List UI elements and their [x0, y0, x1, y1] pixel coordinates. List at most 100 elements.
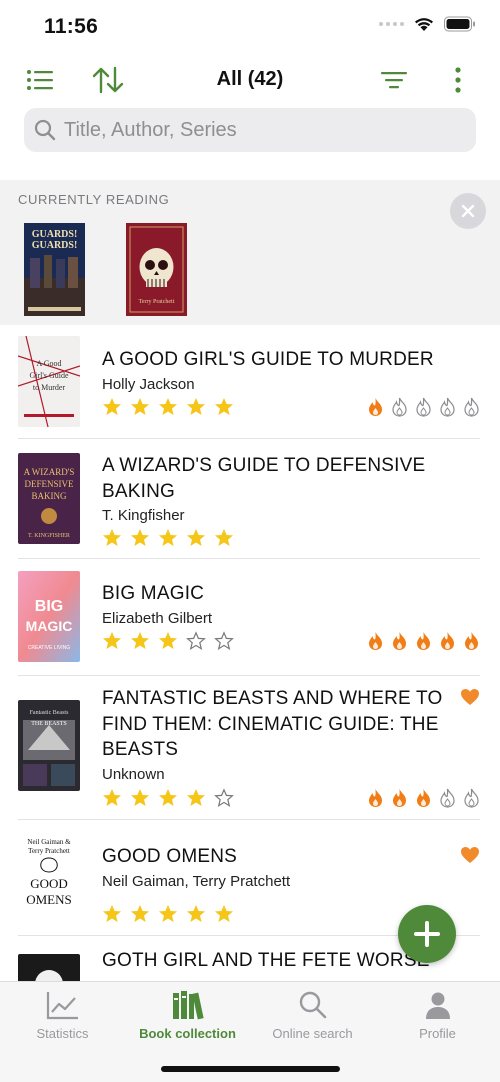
tab-label: Online search	[272, 1026, 353, 1041]
svg-text:THE BEASTS: THE BEASTS	[31, 721, 67, 727]
flame-empty-icon	[440, 397, 455, 417]
reading-cover-2[interactable]: Terry Pratchett	[126, 223, 187, 316]
rating-stars	[102, 788, 234, 808]
tab-statistics[interactable]: Statistics	[0, 990, 125, 1041]
status-icons	[379, 16, 476, 32]
status-bar: 11:56	[0, 0, 500, 52]
battery-icon	[444, 16, 475, 32]
search-bar[interactable]	[24, 108, 476, 152]
star-filled-icon	[159, 632, 177, 649]
book-author: Unknown	[102, 765, 165, 783]
book-author: Holly Jackson	[102, 375, 195, 393]
tab-book-collection[interactable]: Book collection	[125, 990, 250, 1041]
star-filled-icon	[187, 905, 205, 922]
book-row[interactable]: BIG MAGIC CREATIVE LIVING BIG MAGIC Elizabet…	[18, 559, 480, 676]
star-filled-icon	[131, 632, 149, 649]
svg-text:T. KINGFISHER: T. KINGFISHER	[28, 533, 70, 539]
flame-empty-icon	[440, 788, 455, 808]
tab-profile[interactable]: Profile	[375, 990, 500, 1041]
svg-text:CREATIVE LIVING: CREATIVE LIVING	[28, 645, 71, 651]
flame-empty-icon	[464, 788, 479, 808]
heart-icon[interactable]	[460, 688, 480, 706]
star-filled-icon	[131, 905, 149, 922]
star-filled-icon	[103, 905, 121, 922]
reading-cover-1[interactable]: GUARDS! GUARDS!	[24, 223, 85, 316]
tab-online-search[interactable]: Online search	[250, 990, 375, 1041]
more-icon[interactable]	[440, 62, 476, 98]
star-filled-icon	[187, 529, 205, 546]
flame-filled-icon	[441, 632, 454, 650]
star-filled-icon	[103, 789, 121, 806]
svg-text:GOOD: GOOD	[30, 876, 68, 891]
chart-icon	[46, 992, 78, 1020]
svg-text:GUARDS!: GUARDS!	[32, 229, 78, 240]
svg-text:Fantastic Beasts: Fantastic Beasts	[30, 710, 69, 716]
book-author: Neil Gaiman, Terry Pratchett	[102, 872, 291, 890]
book-title: A GOOD GIRL'S GUIDE TO MURDER	[102, 349, 434, 370]
currently-reading-label: CURRENTLY READING	[18, 192, 170, 207]
star-filled-icon	[103, 632, 121, 649]
signal-icon	[379, 22, 404, 26]
star-filled-icon	[131, 789, 149, 806]
flame-filled-icon	[369, 789, 382, 807]
star-filled-icon	[187, 789, 205, 806]
star-filled-icon	[215, 905, 233, 922]
book-cover: Fantastic Beasts THE BEASTS	[18, 700, 80, 791]
book-row[interactable]: A Good Girl's Guide to Murder A GOOD GIRL'S…	[18, 325, 480, 439]
spice-rating	[367, 631, 480, 651]
svg-text:Girl's Guide: Girl's Guide	[30, 371, 69, 380]
svg-text:BIG: BIG	[35, 598, 63, 615]
status-time: 11:56	[44, 15, 99, 38]
star-filled-icon	[159, 905, 177, 922]
search-icon	[299, 991, 326, 1019]
book-cover: A Good Girl's Guide to Murder	[18, 336, 80, 427]
flame-filled-icon	[369, 632, 382, 650]
flame-empty-icon	[392, 397, 407, 417]
book-author: T. Kingfisher	[102, 507, 185, 524]
flame-filled-icon	[417, 789, 430, 807]
svg-text:to Murder: to Murder	[33, 383, 66, 392]
spice-rating	[367, 788, 480, 808]
add-book-button[interactable]	[398, 905, 456, 963]
star-filled-icon	[215, 529, 233, 546]
book-row[interactable]: Fantastic Beasts THE BEASTS FANTASTIC BEAS…	[18, 676, 480, 820]
rating-stars	[102, 397, 234, 417]
flame-filled-icon	[393, 789, 406, 807]
star-filled-icon	[159, 789, 177, 806]
rating-stars	[102, 528, 234, 548]
star-empty-icon	[186, 631, 206, 650]
book-title: FANTASTIC BEASTS AND WHERE TO FIND THEM:…	[102, 688, 443, 760]
rating-stars	[102, 631, 234, 651]
flame-empty-icon	[464, 397, 479, 417]
svg-text:DEFENSIVE: DEFENSIVE	[25, 479, 75, 489]
heart-icon[interactable]	[460, 846, 480, 864]
currently-reading-section: CURRENTLY READING GUARDS! GUARDS! Terry …	[0, 180, 500, 325]
book-cover: Neil Gaiman & Terry Pratchett GOOD OMENS	[18, 832, 80, 923]
star-empty-icon	[214, 788, 234, 807]
tab-label: Profile	[419, 1026, 456, 1041]
book-title: A WIZARD'S GUIDE TO DEFENSIVE BAKING	[102, 455, 426, 502]
search-input[interactable]	[64, 118, 454, 142]
svg-text:A WIZARD'S: A WIZARD'S	[24, 467, 75, 477]
star-filled-icon	[159, 529, 177, 546]
star-filled-icon	[103, 529, 121, 546]
toolbar: All (42)	[0, 56, 500, 104]
book-author: Elizabeth Gilbert	[102, 609, 213, 627]
star-filled-icon	[131, 398, 149, 415]
flame-filled-icon	[417, 632, 430, 650]
filter-icon[interactable]	[376, 62, 412, 98]
book-title: BIG MAGIC	[102, 583, 205, 604]
svg-text:MAGIC: MAGIC	[26, 618, 73, 634]
spice-rating	[367, 397, 480, 417]
svg-text:Terry Pratchett: Terry Pratchett	[28, 847, 70, 855]
svg-text:Terry Pratchett: Terry Pratchett	[139, 299, 175, 305]
star-filled-icon	[187, 398, 205, 415]
flame-empty-icon	[416, 397, 431, 417]
book-cover: A WIZARD'S DEFENSIVE BAKING T. KINGFISHER	[18, 453, 80, 544]
book-row[interactable]: A WIZARD'S DEFENSIVE BAKING T. KINGFISHER A …	[18, 439, 480, 559]
home-indicator	[161, 1066, 340, 1072]
book-cover: BIG MAGIC CREATIVE LIVING	[18, 571, 80, 662]
person-icon	[425, 992, 450, 1019]
close-icon[interactable]	[450, 193, 486, 229]
rating-stars	[102, 904, 234, 924]
